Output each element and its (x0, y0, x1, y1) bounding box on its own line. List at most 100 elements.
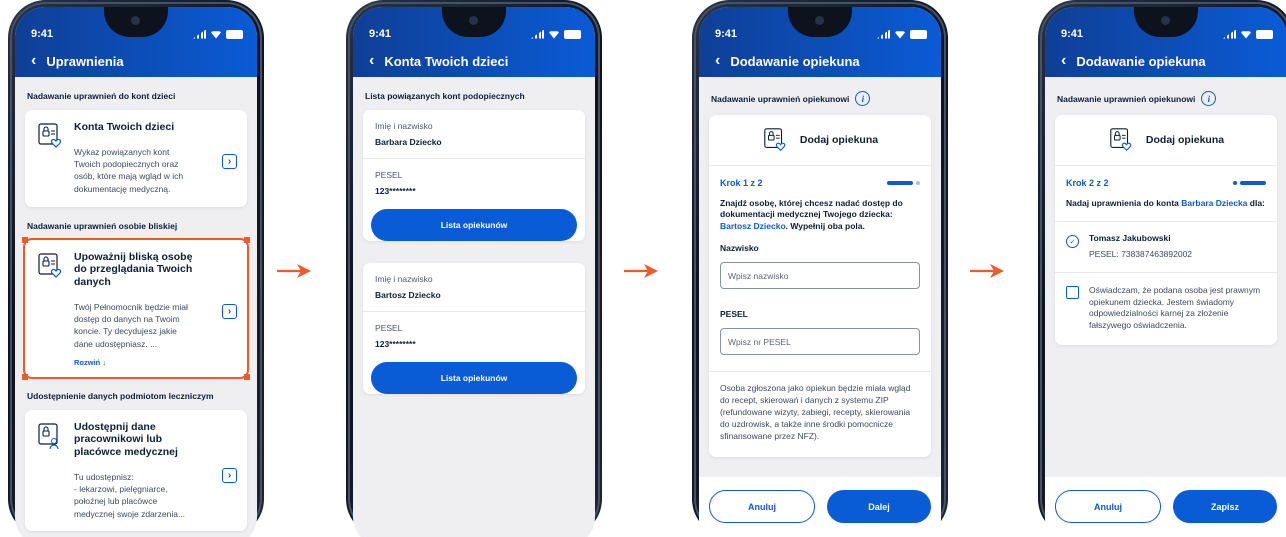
pesel-label: PESEL (375, 323, 403, 333)
person-pesel: PESEL: 738387463892002 (1089, 249, 1193, 260)
guardian-info-note: Osoba zgłoszona jako opiekun będzie miał… (709, 371, 931, 456)
back-chevron-left-icon[interactable]: ‹ (715, 53, 720, 69)
info-icon[interactable]: i (855, 91, 871, 106)
selection-handle (244, 236, 250, 243)
signal-icon (1223, 29, 1236, 39)
section-heading: Nadawanie uprawnień osobie bliskiej (27, 220, 178, 231)
phone-screen-1: 9:41 ‹ Uprawnienia Nadawanie uprawnień d… (8, 0, 264, 537)
document-lock-heart-icon (1110, 128, 1132, 152)
surname-input[interactable]: Wpisz nazwisko (720, 262, 920, 290)
card-description: Wykaz powiązanych kont Twoich podopieczn… (74, 146, 184, 194)
status-time: 9:41 (31, 28, 54, 40)
pesel-input[interactable]: Wpisz nr PESEL (720, 328, 920, 356)
child-pesel: 123******** (375, 339, 416, 349)
chevron-right-icon[interactable]: › (222, 467, 237, 483)
declaration-checkbox[interactable] (1066, 286, 1079, 300)
card-udostepnij-dane[interactable]: Udostępnij dane pracownikowi lub placówc… (25, 409, 247, 531)
child-name-link: Bartosz Dziecko (720, 220, 786, 231)
card-description: Tu udostępnisz: - lekarzowi, pielęgniarc… (74, 471, 186, 519)
child-name: Barbara Dziecko (375, 137, 442, 147)
card-upowaznij-osobe-selected[interactable]: Upoważnij bliską osobę do przeglądania T… (22, 236, 250, 380)
next-button[interactable]: Dalej (827, 490, 931, 523)
document-lock-heart-icon (38, 253, 62, 278)
page-title: Uprawnienia (46, 53, 124, 69)
document-medical-staff-icon (38, 423, 59, 449)
screen-dodawanie-opiekuna-step1: 9:41 ‹ Dodawanie opiekuna Nadawanie upra… (699, 7, 941, 537)
battery-icon (564, 29, 581, 39)
card-description: Twój Pełnomocnik będzie miał dostęp do d… (74, 301, 188, 349)
page-title: Dodawanie opiekuna (730, 53, 860, 69)
check-circle-icon: ✓ (1066, 235, 1079, 249)
card-title: Udostępnij dane pracownikowi lub placówc… (74, 420, 178, 459)
step-indicator: Krok 2 z 2 (1066, 178, 1109, 188)
section-heading: Udostępnienie danych podmiotom leczniczy… (27, 390, 214, 401)
card-title: Dodaj opiekuna (799, 134, 879, 146)
section-heading: Nadawanie uprawnień do kont dzieci (27, 91, 176, 101)
pesel-label: PESEL (375, 170, 403, 180)
wifi-icon (894, 31, 906, 39)
document-lock-heart-icon (764, 128, 786, 152)
signal-icon (877, 29, 890, 39)
step-progress (887, 181, 920, 185)
screen-uprawnienia: 9:41 ‹ Uprawnienia Nadawanie uprawnień d… (15, 7, 257, 537)
chevron-right-icon[interactable]: › (222, 154, 237, 169)
name-label: Imię i nazwisko (375, 274, 433, 284)
pesel-label: PESEL (720, 309, 748, 320)
name-label: Imię i nazwisko (375, 121, 433, 131)
child-card: Imię i nazwisko Barbara Dziecko PESEL 123*… (363, 110, 585, 241)
surname-label: Nazwisko (720, 243, 759, 254)
child-name-link: Barbara Dziecka (1181, 198, 1248, 208)
wifi-icon (1240, 31, 1252, 39)
status-time: 9:41 (715, 28, 738, 40)
expand-link[interactable]: Rozwiń ↓ (74, 358, 200, 367)
add-guardian-card: Dodaj opiekuna Krok 2 z 2 Nadaj uprawnie… (1055, 115, 1277, 346)
status-time: 9:41 (1061, 28, 1084, 40)
page-title: Dodawanie opiekuna (1076, 53, 1206, 69)
back-chevron-left-icon[interactable]: ‹ (31, 53, 36, 69)
cancel-button[interactable]: Anuluj (1055, 490, 1161, 523)
info-icon[interactable]: i (1201, 91, 1217, 106)
status-time: 9:41 (369, 28, 392, 40)
step-indicator: Krok 1 z 2 (720, 178, 763, 188)
selection-handle (22, 236, 28, 243)
signal-icon (531, 29, 544, 39)
declaration-text: Oświadczam, że podana osoba jest prawnym… (1089, 285, 1261, 330)
battery-icon (226, 29, 243, 39)
section-heading: Lista powiązanych kont podopiecznych (365, 91, 525, 101)
card-konta-dzieci[interactable]: Konta Twoich dzieci Wykaz powiązanych ko… (25, 110, 247, 207)
wifi-icon (210, 31, 222, 39)
selected-person: ✓ Tomasz Jakubowski PESEL: 7383874638920… (1055, 222, 1277, 274)
back-chevron-left-icon[interactable]: ‹ (1061, 53, 1066, 69)
footer-actions: Anuluj Dalej (699, 477, 941, 537)
battery-icon (1256, 29, 1273, 39)
phone-screen-4: 9:41 ‹ Dodawanie opiekuna Nadawanie upra… (1038, 0, 1286, 537)
wifi-icon (548, 31, 560, 39)
section-heading: Nadawanie uprawnień opiekunowi (711, 93, 850, 104)
card-title: Dodaj opiekuna (1145, 134, 1225, 146)
instruction-text: Znajdź osobę, której chcesz nadać dostęp… (720, 198, 903, 231)
card-title: Upoważnij bliską osobę do przeglądania T… (74, 250, 193, 289)
phone-screen-3: 9:41 ‹ Dodawanie opiekuna Nadawanie upra… (692, 0, 948, 537)
chevron-right-icon[interactable]: › (222, 303, 237, 319)
child-pesel: 123******** (375, 186, 416, 196)
guardians-list-button[interactable]: Lista opiekunów (371, 362, 577, 394)
orange-arrow-icon (970, 264, 1004, 278)
cancel-button[interactable]: Anuluj (709, 490, 815, 523)
person-name: Tomasz Jakubowski (1089, 233, 1171, 244)
selection-handle (244, 373, 250, 380)
signal-icon (193, 29, 206, 39)
section-heading: Nadawanie uprawnień opiekunowi (1057, 93, 1196, 104)
save-button[interactable]: Zapisz (1173, 490, 1277, 523)
back-chevron-left-icon[interactable]: ‹ (369, 53, 374, 69)
add-guardian-card: Dodaj opiekuna Krok 1 z 2 Znajdź osobę, … (709, 115, 931, 457)
child-name: Bartosz Dziecko (375, 290, 441, 300)
selection-handle (22, 373, 28, 380)
declaration-row[interactable]: Oświadczam, że podana osoba jest prawnym… (1055, 273, 1277, 345)
guardians-list-button[interactable]: Lista opiekunów (371, 209, 577, 241)
page-title: Konta Twoich dzieci (384, 53, 509, 69)
orange-arrow-icon (277, 264, 311, 278)
screen-dodawanie-opiekuna-step2: 9:41 ‹ Dodawanie opiekuna Nadawanie upra… (1045, 7, 1286, 537)
orange-arrow-icon (624, 264, 658, 278)
child-card: Imię i nazwisko Bartosz Dziecko PESEL 123*… (363, 263, 585, 394)
phone-screen-2: 9:41 ‹ Konta Twoich dzieci Lista powiąza… (346, 0, 602, 537)
